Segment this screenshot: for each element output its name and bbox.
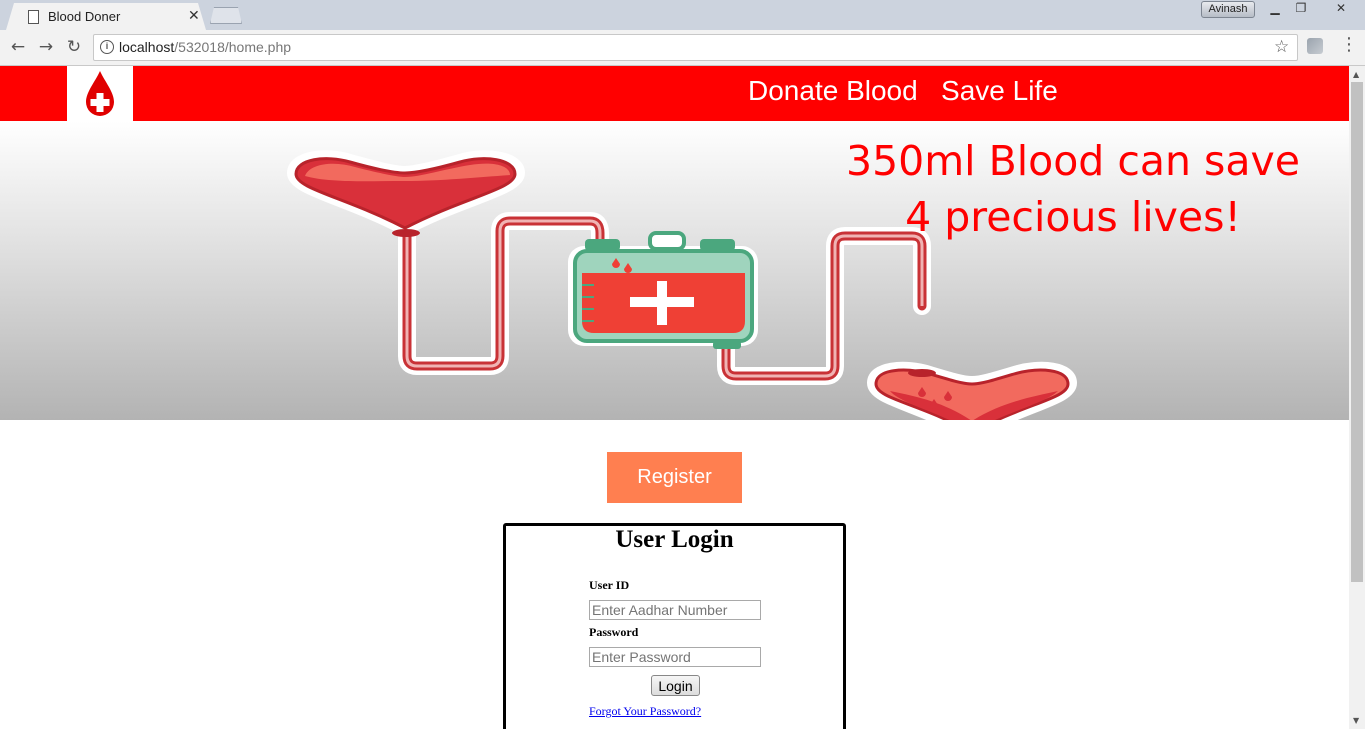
page-viewport: Donate Blood Save Life 350ml Blood can s… xyxy=(0,66,1349,729)
page-icon xyxy=(28,10,39,24)
new-tab-button[interactable] xyxy=(210,7,242,24)
browser-titlebar: Blood Doner ✕ Avinash ▁ ❐ ✕ xyxy=(0,0,1365,30)
url-host: localhost xyxy=(119,39,175,55)
window-close-icon[interactable]: ✕ xyxy=(1326,1,1356,18)
address-bar[interactable]: i localhost/532018/home.php ☆ xyxy=(93,34,1298,61)
login-form: User Login User ID Password Login Forgot… xyxy=(503,523,846,729)
password-input[interactable] xyxy=(589,647,761,667)
tab-close-icon[interactable]: ✕ xyxy=(188,8,200,24)
kebab-menu-icon[interactable]: ⋮ xyxy=(1340,34,1358,55)
hero-banner: 350ml Blood can save 4 precious lives! xyxy=(0,121,1349,420)
scrollbar-thumb[interactable] xyxy=(1351,82,1363,582)
forgot-password-link[interactable]: Forgot Your Password? xyxy=(589,704,701,719)
back-arrow-icon[interactable]: ← xyxy=(7,36,29,58)
minimize-icon[interactable]: ▁ xyxy=(1262,1,1288,18)
banner-slogan-line2: 4 precious lives! xyxy=(905,193,1241,241)
page-scrollbar[interactable]: ▲ ▼ xyxy=(1349,66,1365,729)
browser-tab[interactable]: Blood Doner ✕ xyxy=(6,3,206,30)
info-icon[interactable]: i xyxy=(100,40,114,54)
blood-drop-icon xyxy=(86,71,114,116)
scroll-down-icon[interactable]: ▼ xyxy=(1353,716,1359,725)
restore-icon[interactable]: ❐ xyxy=(1288,1,1314,18)
user-id-input[interactable] xyxy=(589,600,761,620)
url-path: /532018/home.php xyxy=(174,39,292,55)
login-title: User Login xyxy=(615,526,734,553)
site-logo xyxy=(67,66,133,121)
password-label: Password xyxy=(589,625,639,639)
scroll-up-icon[interactable]: ▲ xyxy=(1353,70,1359,79)
bookmark-star-icon[interactable]: ☆ xyxy=(1274,37,1289,57)
banner-slogan-line1: 350ml Blood can save xyxy=(845,137,1301,185)
extension-icon[interactable] xyxy=(1307,38,1323,54)
site-header: Donate Blood Save Life xyxy=(0,66,1349,121)
register-button[interactable]: Register xyxy=(607,452,742,503)
header-title: Donate Blood Save Life xyxy=(748,75,1058,106)
forward-arrow-icon[interactable]: → xyxy=(35,36,57,58)
browser-toolbar: ← → ↻ i localhost/532018/home.php ☆ ⋮ xyxy=(0,30,1365,66)
url-text[interactable]: localhost/532018/home.php xyxy=(119,39,291,55)
tab-title: Blood Doner xyxy=(48,9,121,24)
profile-button[interactable]: Avinash xyxy=(1201,1,1255,18)
user-id-label: User ID xyxy=(589,578,630,592)
reload-icon[interactable]: ↻ xyxy=(63,36,85,58)
login-button[interactable]: Login xyxy=(651,675,700,696)
